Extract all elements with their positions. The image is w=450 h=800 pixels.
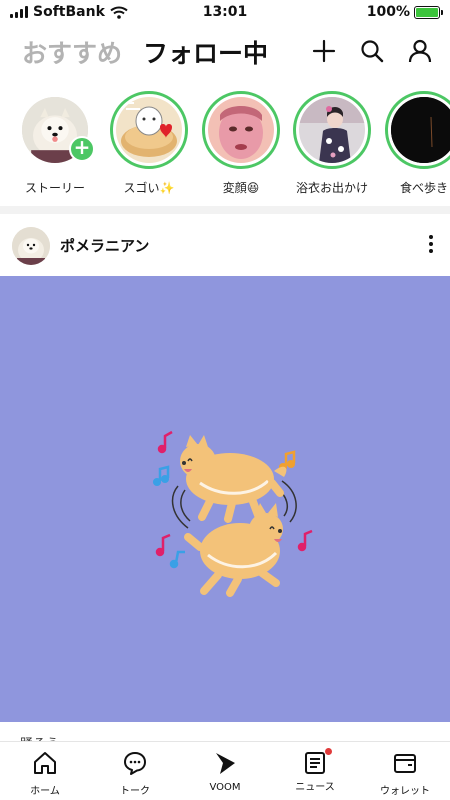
post-author-name[interactable]: ポメラニアン <box>60 235 149 256</box>
section-divider <box>0 206 450 214</box>
story-label: 変顔😆 <box>222 181 260 195</box>
nav-voom[interactable]: VOOM <box>180 742 270 800</box>
nav-voom-label: VOOM <box>209 782 241 793</box>
story-item-sugoi[interactable]: スゴい✨ <box>109 91 189 196</box>
plus-icon[interactable] <box>311 38 337 64</box>
add-story-button[interactable]: + <box>69 136 95 162</box>
dancing-pomeranians-illustration <box>152 430 313 597</box>
story-image-dark <box>391 97 450 163</box>
tab-recommend[interactable]: おすすめ <box>22 34 122 70</box>
story-item-own[interactable]: + ストーリー <box>15 91 95 196</box>
battery-icon <box>414 5 443 19</box>
status-bar: SoftBank 13:01 100% <box>0 0 450 26</box>
nav-wallet[interactable]: ウォレット <box>360 742 450 800</box>
voom-header: おすすめ フォロー中 <box>0 30 450 74</box>
nav-home[interactable]: ホーム <box>0 742 90 800</box>
chat-icon <box>124 752 146 775</box>
story-label: ストーリー <box>24 181 85 195</box>
post-media[interactable] <box>0 276 450 722</box>
voom-icon <box>216 753 235 774</box>
story-label: スゴい✨ <box>123 181 175 195</box>
story-list: + ストーリー スゴい✨ 変顔😆 浴衣お出かけ 食べ歩き <box>0 91 450 201</box>
author-avatar[interactable] <box>12 227 50 265</box>
story-image-yukata <box>299 97 365 163</box>
wallet-icon <box>394 754 416 773</box>
notification-dot <box>325 748 332 755</box>
home-icon <box>34 752 56 774</box>
battery-percent: 100% <box>366 4 410 20</box>
story-thumbnail[interactable] <box>293 91 371 169</box>
nav-wallet-label: ウォレット <box>380 786 430 797</box>
pomeranian-top <box>180 435 287 523</box>
news-icon <box>302 748 332 776</box>
story-image-face <box>208 97 274 163</box>
story-thumbnail[interactable] <box>202 91 280 169</box>
nav-news-label: ニュース <box>295 782 335 793</box>
nav-talk-label: トーク <box>120 786 150 797</box>
story-thumbnail[interactable] <box>385 91 450 169</box>
story-image-pancakes <box>116 97 182 163</box>
story-thumbnail[interactable]: + <box>16 91 95 169</box>
post-header: ポメラニアン <box>0 226 450 266</box>
story-item-henkao[interactable]: 変顔😆 <box>201 91 281 196</box>
story-thumbnail[interactable] <box>110 91 188 169</box>
bottom-navigation: ホーム トーク VOOM ニュース ウォレット <box>0 741 450 800</box>
profile-icon[interactable] <box>407 38 433 64</box>
story-label: 浴衣お出かけ <box>295 181 368 195</box>
story-item-yukata[interactable]: 浴衣お出かけ <box>292 91 372 196</box>
more-options-icon[interactable] <box>428 235 434 257</box>
battery-info: 100% <box>366 4 443 20</box>
nav-home-label: ホーム <box>30 786 60 797</box>
story-label: 食べ歩き <box>399 181 448 195</box>
story-item-tabearuki[interactable]: 食べ歩き <box>384 91 450 196</box>
nav-talk[interactable]: トーク <box>90 742 180 800</box>
search-icon[interactable] <box>359 38 385 64</box>
tab-following[interactable]: フォロー中 <box>143 34 268 70</box>
nav-news[interactable]: ニュース <box>270 742 360 800</box>
